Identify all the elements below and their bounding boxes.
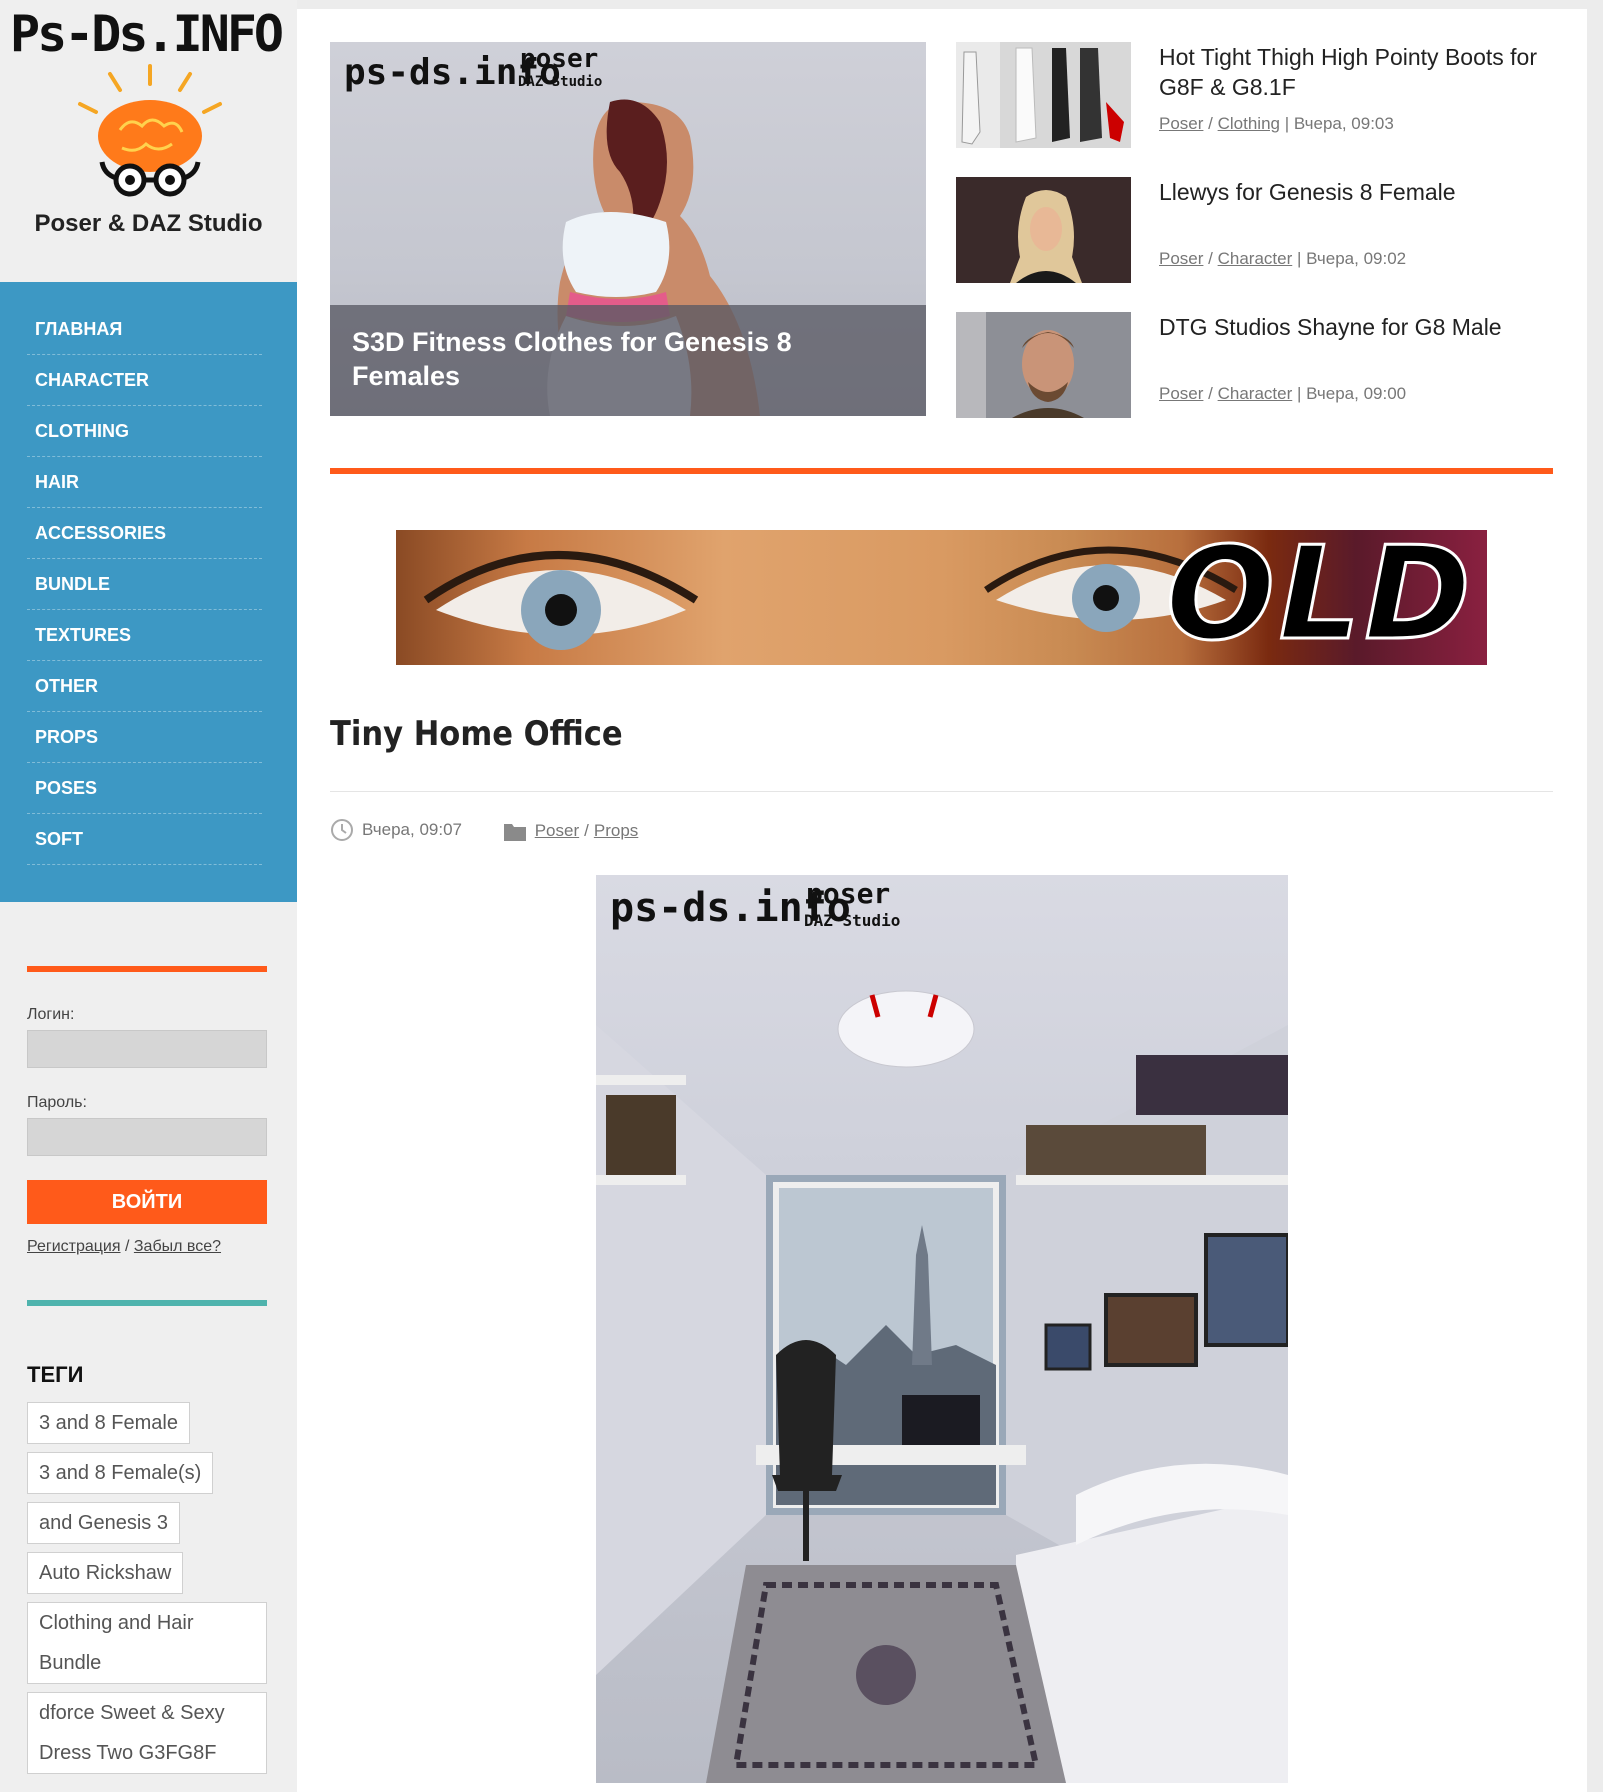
login-input[interactable] bbox=[27, 1030, 267, 1068]
news-thumbnail bbox=[956, 177, 1131, 283]
main-content: ps-ds.info poser DAZ Studio S3D Fitness … bbox=[297, 9, 1587, 1792]
news-item[interactable]: Hot Tight Thigh High Pointy Boots for G8… bbox=[956, 42, 1566, 177]
tag-item[interactable]: Auto Rickshaw bbox=[27, 1552, 184, 1594]
news-category-link[interactable]: Poser bbox=[1159, 384, 1203, 403]
news-title[interactable]: Llewys for Genesis 8 Female bbox=[1159, 177, 1559, 207]
menu-item-bundle[interactable]: BUNDLE bbox=[27, 559, 262, 610]
news-date: | Вчера, 09:00 bbox=[1296, 384, 1407, 403]
menu-item-poses[interactable]: POSES bbox=[27, 763, 262, 814]
news-category-link[interactable]: Character bbox=[1218, 249, 1293, 268]
login-button[interactable]: ВОЙТИ bbox=[27, 1180, 267, 1224]
menu-item-hair[interactable]: HAIR bbox=[27, 457, 262, 508]
login-links: Регистрация / Забыл все? bbox=[27, 1238, 267, 1256]
news-meta: Poser / Clothing | Вчера, 09:03 bbox=[1159, 114, 1394, 133]
news-thumbnail bbox=[956, 312, 1131, 418]
news-date: | Вчера, 09:03 bbox=[1284, 114, 1394, 133]
login-label: Логин: bbox=[27, 1006, 75, 1023]
logo-subtitle: Poser & DAZ Studio bbox=[34, 210, 263, 237]
menu-item-other[interactable]: OTHER bbox=[27, 661, 262, 712]
tag-item[interactable]: and Genesis 3 bbox=[27, 1502, 180, 1544]
brain-glasses-logo-icon bbox=[78, 64, 222, 197]
menu-item-accessories[interactable]: ACCESSORIES bbox=[27, 508, 262, 559]
news-title[interactable]: Hot Tight Thigh High Pointy Boots for G8… bbox=[1159, 42, 1559, 102]
post-divider bbox=[330, 791, 1553, 792]
featured-article-title[interactable]: S3D Fitness Clothes for Genesis 8 Female… bbox=[330, 305, 926, 416]
menu-item-props[interactable]: PROPS bbox=[27, 712, 262, 763]
folder-icon bbox=[503, 824, 526, 841]
menu-item-home[interactable]: ГЛАВНАЯ bbox=[27, 304, 262, 355]
menu-item-textures[interactable]: TEXTURES bbox=[27, 610, 262, 661]
news-item[interactable]: DTG Studios Shayne for G8 Male Poser / C… bbox=[956, 312, 1566, 447]
news-meta: Poser / Character | Вчера, 09:02 bbox=[1159, 249, 1407, 268]
register-link[interactable]: Регистрация bbox=[27, 1238, 121, 1255]
post-category-link[interactable]: Props bbox=[594, 818, 638, 844]
post-image: ps-ds.info poser DAZ Studio bbox=[596, 875, 1288, 1783]
menu-item-soft[interactable]: SOFT bbox=[27, 814, 262, 865]
menu-item-character[interactable]: CHARACTER bbox=[27, 355, 262, 406]
post-watermark-daz: DAZ Studio bbox=[804, 911, 901, 930]
post-meta: Вчера, 09:07 Poser / Props bbox=[330, 817, 674, 843]
post-title: Tiny Home Office bbox=[330, 714, 623, 754]
news-category-link[interactable]: Poser bbox=[1159, 114, 1203, 133]
news-date: | Вчера, 09:02 bbox=[1296, 249, 1407, 268]
post-category-link[interactable]: Poser bbox=[535, 818, 579, 844]
forgot-password-link[interactable]: Забыл все? bbox=[134, 1238, 221, 1255]
side-news-list: Hot Tight Thigh High Pointy Boots for G8… bbox=[956, 42, 1566, 447]
site-logo[interactable]: Ps-Ds.INFO Poser & DAZ Studio bbox=[0, 0, 297, 280]
login-form: Логин: Пароль: ВОЙТИ Регистрация / Забыл… bbox=[27, 966, 267, 1256]
news-item[interactable]: Llewys for Genesis 8 Female Poser / Char… bbox=[956, 177, 1566, 312]
news-category-link[interactable]: Poser bbox=[1159, 249, 1203, 268]
section-divider bbox=[330, 468, 1553, 474]
login-links-separator: / bbox=[124, 1238, 130, 1255]
post-watermark-poser: poser bbox=[806, 877, 891, 910]
tags-title: ТЕГИ bbox=[27, 1362, 84, 1387]
logo-text: Ps-Ds.INFO bbox=[10, 5, 284, 63]
main-menu: ГЛАВНАЯ CHARACTER CLOTHING HAIR ACCESSOR… bbox=[0, 282, 297, 902]
clock-icon bbox=[331, 819, 353, 841]
sidebar: Ps-Ds.INFO Poser & DAZ Studio ГЛАВНАЯ CH… bbox=[0, 0, 297, 1792]
post-date: Вчера, 09:07 bbox=[362, 820, 462, 839]
news-title[interactable]: DTG Studios Shayne for G8 Male bbox=[1159, 312, 1559, 342]
login-divider bbox=[27, 966, 267, 972]
news-thumbnail bbox=[956, 42, 1131, 148]
banner-text: OLD bbox=[1165, 530, 1475, 665]
tag-item[interactable]: 3 and 8 Female bbox=[27, 1402, 190, 1444]
news-category-link[interactable]: Clothing bbox=[1218, 114, 1280, 133]
featured-article[interactable]: ps-ds.info poser DAZ Studio S3D Fitness … bbox=[330, 42, 926, 416]
menu-item-clothing[interactable]: CLOTHING bbox=[27, 406, 262, 457]
tags-divider bbox=[27, 1300, 267, 1306]
tags-block: ТЕГИ 3 and 8 Female 3 and 8 Female(s) an… bbox=[27, 1300, 267, 1782]
news-category-link[interactable]: Character bbox=[1218, 384, 1293, 403]
ad-banner[interactable]: OLD bbox=[396, 530, 1487, 665]
news-meta: Poser / Character | Вчера, 09:00 bbox=[1159, 384, 1407, 403]
tag-item[interactable]: 3 and 8 Female(s) bbox=[27, 1452, 214, 1494]
tag-item[interactable]: Clothing and Hair Bundle bbox=[27, 1602, 267, 1684]
office-room-image bbox=[596, 990, 1288, 1783]
password-input[interactable] bbox=[27, 1118, 267, 1156]
password-label: Пароль: bbox=[27, 1094, 87, 1111]
tag-item[interactable]: dforce Sweet & Sexy Dress Two G3FG8F bbox=[27, 1692, 267, 1774]
